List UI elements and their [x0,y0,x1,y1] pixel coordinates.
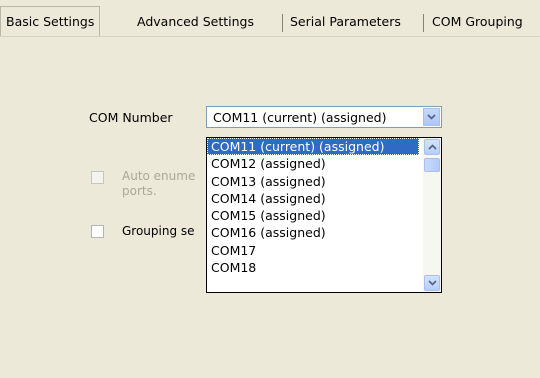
tab-strip: Basic Settings Advanced Settings Serial … [0,0,540,40]
list-item-com13[interactable]: COM13 (assigned) [207,173,419,190]
list-item-com16[interactable]: COM16 (assigned) [207,224,419,241]
tab-separator [282,14,283,32]
combo-dropdown-button[interactable] [423,108,440,126]
chevron-down-icon [428,280,437,286]
tab-serial-parameters[interactable]: Serial Parameters [285,10,406,34]
dropdown-scrollbar[interactable] [423,138,441,292]
com-number-dropdown-list[interactable]: COM11 (current) (assigned) COM12 (assign… [206,137,442,293]
tab-label: Advanced Settings [137,14,254,29]
list-item-com12[interactable]: COM12 (assigned) [207,155,419,172]
com-number-value: COM11 (current) (assigned) [213,110,387,125]
tab-label: Serial Parameters [290,14,401,29]
list-item-com11[interactable]: COM11 (current) (assigned) [207,138,419,156]
chevron-down-icon [427,114,436,120]
scroll-up-button[interactable] [424,139,440,155]
auto-enumerate-label-line1: Auto enume [122,169,196,183]
com-number-combobox[interactable]: COM11 (current) (assigned) [206,106,442,128]
list-item-com15[interactable]: COM15 (assigned) [207,207,419,224]
list-item-com14[interactable]: COM14 (assigned) [207,190,419,207]
auto-enumerate-checkbox[interactable] [91,171,104,184]
list-item-com18[interactable]: COM18 [207,259,419,276]
tab-label: COM Grouping [432,14,523,29]
chevron-up-icon [428,144,437,150]
auto-enumerate-label-line2: ports. [122,184,157,198]
tab-separator [423,14,424,32]
grouping-checkbox[interactable] [91,225,104,238]
list-item-com17[interactable]: COM17 [207,242,419,259]
scroll-thumb[interactable] [424,158,440,172]
scroll-down-button[interactable] [424,275,440,291]
tab-advanced-settings[interactable]: Advanced Settings [132,10,259,34]
tab-basic-settings[interactable]: Basic Settings [0,6,101,37]
tab-label: Basic Settings [6,14,95,29]
auto-enumerate-label: Auto enume ports. [122,169,195,199]
com-number-label: COM Number [89,110,173,125]
tab-com-grouping[interactable]: COM Grouping [427,10,528,34]
dropdown-options: COM11 (current) (assigned) COM12 (assign… [207,138,419,276]
grouping-label: Grouping se [122,224,195,238]
